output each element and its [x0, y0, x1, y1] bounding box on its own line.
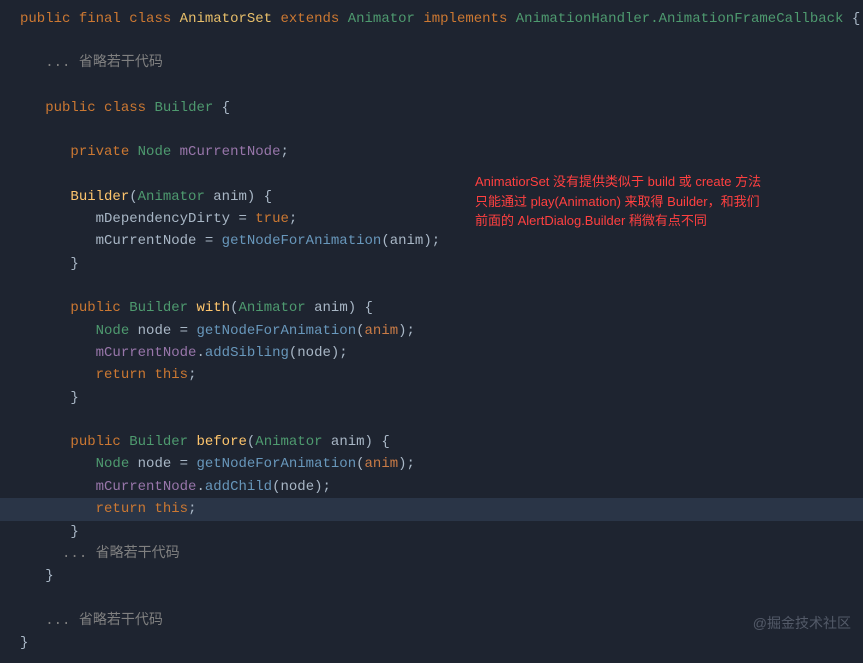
omitted-code: ... 省略若干代码	[0, 543, 863, 565]
annotation-line: AnimatiorSet 没有提供类似于 build 或 create 方法	[475, 172, 815, 192]
code-line: mCurrentNode = getNodeForAnimation(anim)…	[0, 230, 863, 252]
annotation-line: 只能通过 play(Animation) 来取得 Builder，和我们	[475, 192, 815, 212]
annotation-callout: AnimatiorSet 没有提供类似于 build 或 create 方法 只…	[475, 172, 815, 231]
code-line: mCurrentNode.addSibling(node);	[0, 342, 863, 364]
code-line: public Builder before(Animator anim) {	[0, 431, 863, 453]
omitted-code: ... 省略若干代码	[0, 610, 863, 632]
code-line: }	[0, 565, 863, 587]
code-line: }	[0, 387, 863, 409]
code-line: private Node mCurrentNode;	[0, 141, 863, 163]
blank-line	[0, 588, 863, 610]
code-line: public Builder with(Animator anim) {	[0, 297, 863, 319]
code-editor[interactable]: public final class AnimatorSet extends A…	[0, 0, 863, 663]
code-line-highlighted: return this;	[0, 498, 863, 520]
code-line: }	[0, 253, 863, 275]
blank-line	[0, 119, 863, 141]
code-line: return this;	[0, 364, 863, 386]
code-line: Node node = getNodeForAnimation(anim);	[0, 453, 863, 475]
code-line: mCurrentNode.addChild(node);	[0, 476, 863, 498]
blank-line	[0, 30, 863, 52]
annotation-line: 前面的 AlertDialog.Builder 稍微有点不同	[475, 211, 815, 231]
blank-line	[0, 75, 863, 97]
code-line: public class Builder {	[0, 97, 863, 119]
code-line: Node node = getNodeForAnimation(anim);	[0, 320, 863, 342]
blank-line	[0, 275, 863, 297]
code-line: }	[0, 521, 863, 543]
omitted-code: ... 省略若干代码	[0, 52, 863, 74]
blank-line	[0, 409, 863, 431]
code-line: }	[0, 632, 863, 654]
code-line: public final class AnimatorSet extends A…	[0, 8, 863, 30]
watermark-text: @掘金技术社区	[753, 612, 851, 634]
